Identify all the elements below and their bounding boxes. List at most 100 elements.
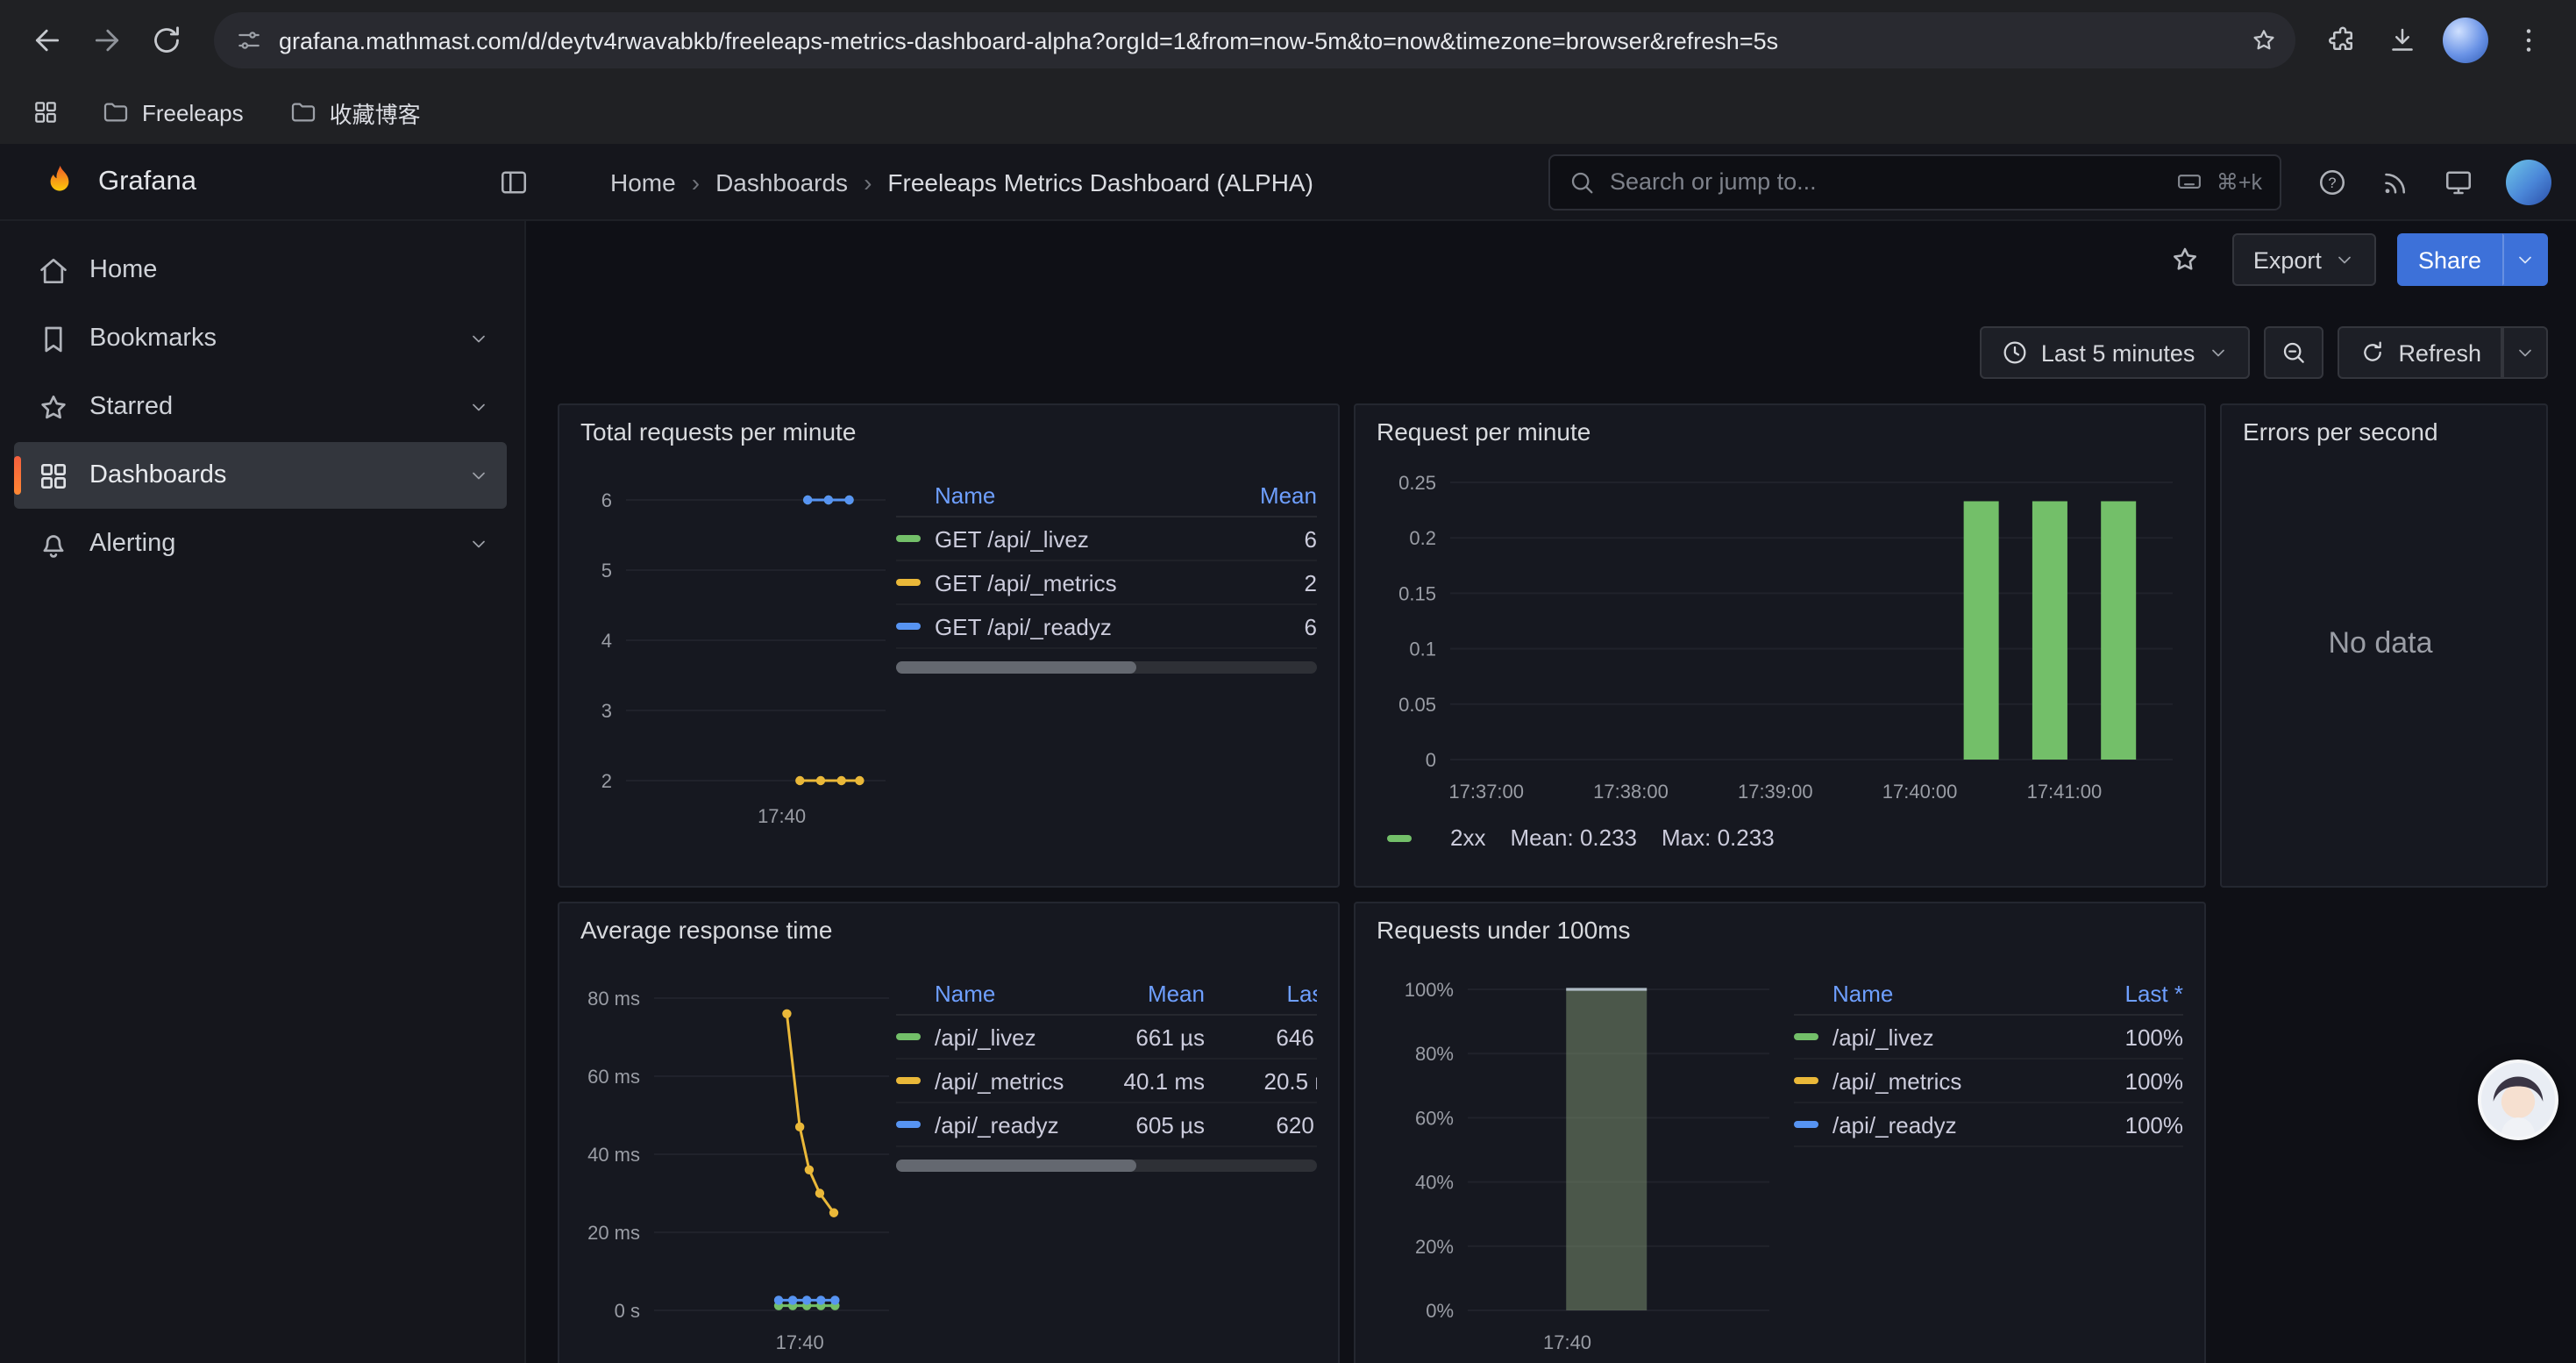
assistant-avatar[interactable] bbox=[2478, 1060, 2558, 1140]
sidebar-item-home[interactable]: Home bbox=[14, 237, 507, 303]
grafana-logo bbox=[39, 161, 81, 203]
back-arrow-icon bbox=[30, 23, 65, 58]
share-button[interactable]: Share bbox=[2397, 233, 2502, 286]
panel-title[interactable]: Average response time bbox=[559, 903, 1338, 949]
legend-header-value[interactable]: Last * bbox=[1205, 981, 1317, 1007]
requests-under-100ms-chart[interactable]: 100%80%60%40%20%0%17:40 bbox=[1370, 953, 1783, 1363]
back-button[interactable] bbox=[18, 11, 77, 70]
legend-row[interactable]: /api/_readyz100% bbox=[1794, 1103, 2183, 1147]
request-per-minute-legend[interactable]: 2xxMean: 0.233Max: 0.233 bbox=[1370, 816, 2183, 851]
series-swatch bbox=[896, 623, 921, 630]
legend-header-name[interactable]: Name bbox=[896, 482, 1215, 509]
zoom-out-time-button[interactable] bbox=[2263, 326, 2323, 379]
legend-value: 20.5 ms bbox=[1205, 1067, 1317, 1094]
address-bar[interactable]: grafana.mathmast.com/d/deytv4rwavabkb/fr… bbox=[214, 12, 2295, 68]
legend-value: 100% bbox=[2085, 1067, 2183, 1094]
svg-text:17:38:00: 17:38:00 bbox=[1593, 781, 1669, 803]
request-per-minute-chart[interactable]: 0.250.20.150.10.05017:37:0017:38:0017:39… bbox=[1370, 454, 2183, 816]
downloads-button[interactable] bbox=[2373, 11, 2432, 70]
star-icon bbox=[37, 390, 70, 424]
panel-title[interactable]: Total requests per minute bbox=[559, 405, 1338, 451]
grafana-user-avatar[interactable] bbox=[2506, 159, 2551, 204]
legend-header-name[interactable]: Name bbox=[896, 981, 1096, 1007]
legend-scrollbar[interactable] bbox=[896, 661, 1317, 674]
legend-value: 6 bbox=[1215, 613, 1317, 639]
legend-series-name: GET /api/_readyz bbox=[896, 613, 1215, 639]
dashboard-main: Export Share Last bbox=[526, 221, 2576, 1363]
bookmark-item-blog[interactable]: 收藏博客 bbox=[275, 96, 435, 129]
scrollbar-thumb[interactable] bbox=[896, 1160, 1136, 1172]
legend-series-name: /api/_metrics bbox=[896, 1067, 1096, 1094]
svg-text:17:39:00: 17:39:00 bbox=[1738, 781, 1813, 803]
search-input[interactable] bbox=[1610, 168, 2162, 195]
sidebar-item-dashboards[interactable]: Dashboards bbox=[14, 442, 507, 509]
svg-text:20 ms: 20 ms bbox=[587, 1222, 640, 1244]
bookmark-icon bbox=[37, 322, 70, 355]
grafana-topnav: Grafana Home › Dashboards › Freeleaps Me… bbox=[0, 144, 2576, 221]
legend-series-name[interactable]: 2xx bbox=[1450, 824, 1485, 851]
apps-grid-button[interactable] bbox=[21, 88, 70, 137]
bookmark-label: 收藏博客 bbox=[330, 96, 421, 129]
browser-menu-button[interactable] bbox=[2499, 11, 2558, 70]
refresh-interval-button[interactable] bbox=[2502, 326, 2548, 379]
legend-value: 661 µs bbox=[1096, 1024, 1205, 1050]
legend-row[interactable]: GET /api/_livez6 bbox=[896, 517, 1317, 561]
panel-title[interactable]: Request per minute bbox=[1356, 405, 2204, 451]
total-requests-chart[interactable]: 6543217:40 bbox=[573, 454, 896, 847]
site-settings-icon[interactable] bbox=[235, 26, 263, 54]
legend-row[interactable]: GET /api/_metrics2 bbox=[896, 561, 1317, 605]
dock-menu-button[interactable] bbox=[487, 155, 540, 208]
svg-text:17:41:00: 17:41:00 bbox=[2027, 781, 2103, 803]
legend-row[interactable]: /api/_livez661 µs646 µs bbox=[896, 1016, 1317, 1060]
legend-row[interactable]: /api/_metrics100% bbox=[1794, 1060, 2183, 1103]
bookmark-page-button[interactable] bbox=[2239, 16, 2288, 65]
legend-row[interactable]: /api/_metrics40.1 ms20.5 ms bbox=[896, 1060, 1317, 1103]
legend-series-name: /api/_readyz bbox=[1794, 1111, 2085, 1138]
favorite-dashboard-button[interactable] bbox=[2159, 233, 2211, 286]
extensions-button[interactable] bbox=[2313, 11, 2373, 70]
help-button[interactable]: ? bbox=[2306, 155, 2359, 208]
panel-title[interactable]: Requests under 100ms bbox=[1356, 903, 2204, 949]
series-swatch bbox=[896, 535, 921, 542]
panel-title[interactable]: Errors per second bbox=[2222, 405, 2546, 451]
legend-header-name[interactable]: Name bbox=[1794, 981, 2085, 1007]
sidebar-item-alerting[interactable]: Alerting bbox=[14, 510, 507, 577]
browser-profile-avatar[interactable] bbox=[2443, 18, 2488, 63]
time-range-picker[interactable]: Last 5 minutes bbox=[1980, 326, 2250, 379]
legend-header-value[interactable]: Last * bbox=[2085, 981, 2183, 1007]
export-button[interactable]: Export bbox=[2232, 233, 2376, 286]
series-swatch bbox=[896, 1121, 921, 1128]
legend-header-value[interactable]: Mean bbox=[1096, 981, 1205, 1007]
svg-text:40%: 40% bbox=[1415, 1172, 1454, 1194]
legend-row[interactable]: /api/_livez100% bbox=[1794, 1016, 2183, 1060]
url-text[interactable]: grafana.mathmast.com/d/deytv4rwavabkb/fr… bbox=[279, 27, 2224, 54]
svg-text:0.25: 0.25 bbox=[1398, 472, 1436, 494]
home-icon bbox=[37, 253, 70, 287]
chevron-down-icon bbox=[2515, 342, 2536, 363]
monitor-icon bbox=[2443, 166, 2474, 197]
avatar-image bbox=[2481, 1063, 2555, 1137]
sidebar-item-label: Alerting bbox=[89, 530, 175, 558]
legend-value: 6 bbox=[1215, 525, 1317, 552]
sidebar-item-bookmarks[interactable]: Bookmarks bbox=[14, 305, 507, 372]
legend-row[interactable]: GET /api/_readyz6 bbox=[896, 605, 1317, 649]
share-menu-button[interactable] bbox=[2502, 233, 2548, 286]
kiosk-mode-button[interactable] bbox=[2432, 155, 2485, 208]
news-button[interactable] bbox=[2369, 155, 2422, 208]
legend-row[interactable]: /api/_readyz605 µs620 µs bbox=[896, 1103, 1317, 1147]
breadcrumb-dashboards[interactable]: Dashboards bbox=[715, 168, 848, 196]
svg-text:0%: 0% bbox=[1426, 1300, 1454, 1322]
sidebar-item-starred[interactable]: Starred bbox=[14, 374, 507, 440]
svg-text:17:40:00: 17:40:00 bbox=[1882, 781, 1958, 803]
average-response-time-chart[interactable]: 80 ms60 ms40 ms20 ms0 s17:40 bbox=[573, 953, 896, 1363]
scrollbar-thumb[interactable] bbox=[896, 661, 1136, 674]
breadcrumb-home[interactable]: Home bbox=[610, 168, 676, 196]
forward-button[interactable] bbox=[77, 11, 137, 70]
reload-button[interactable] bbox=[137, 11, 196, 70]
bookmark-item-freeleaps[interactable]: Freeleaps bbox=[88, 98, 258, 126]
legend-header-value[interactable]: Mean bbox=[1215, 482, 1317, 509]
svg-text:80%: 80% bbox=[1415, 1043, 1454, 1065]
search-box[interactable]: ⌘+k bbox=[1548, 153, 2281, 210]
legend-scrollbar[interactable] bbox=[896, 1160, 1317, 1172]
refresh-button[interactable]: Refresh bbox=[2337, 326, 2502, 379]
